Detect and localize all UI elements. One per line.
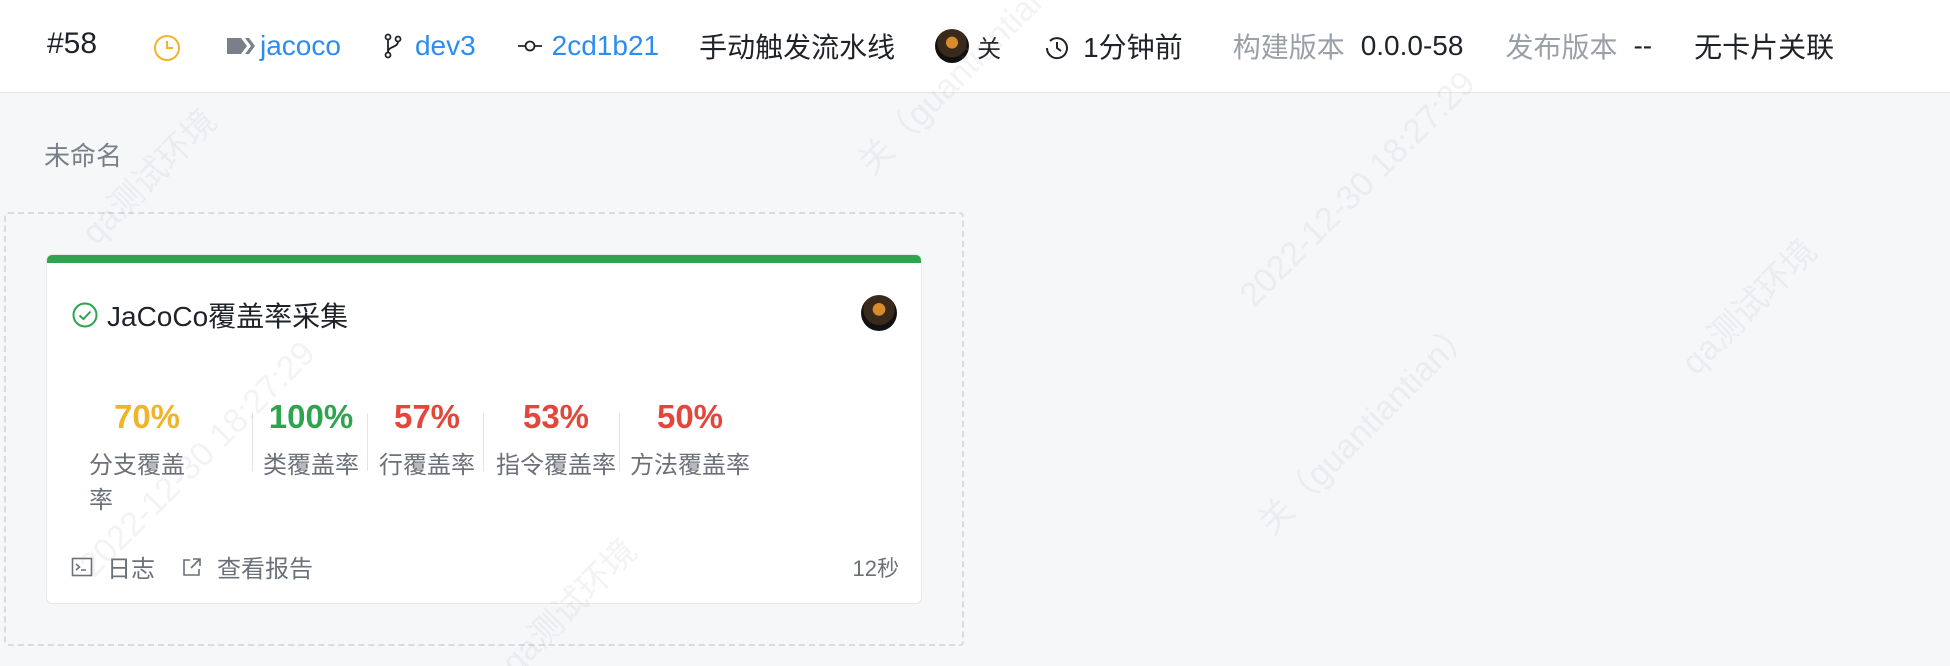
pipeline-name[interactable]: jacoco	[260, 30, 341, 62]
job-title: JaCoCo覆盖率采集	[71, 295, 348, 335]
view-report-button[interactable]: 查看报告	[181, 549, 313, 584]
metric-label: 分支覆盖率	[89, 452, 185, 514]
build-version-label: 构建版本	[1232, 32, 1345, 63]
metric-value: 50%	[656, 398, 724, 435]
view-report-label[interactable]: 查看报告	[217, 549, 313, 584]
metric-method-coverage: 50% 方法覆盖率	[627, 397, 753, 487]
commit-link[interactable]: 2cd1b21	[516, 30, 659, 62]
log-label[interactable]: 日志	[107, 549, 155, 584]
coverage-metrics: 70% 分支覆盖率 100% 类覆盖率 57% 行覆盖率 53% 指令覆盖率 5…	[47, 397, 921, 514]
commit-hash[interactable]: 2cd1b21	[552, 30, 659, 62]
watermark-env: qa测试环境	[1674, 232, 1825, 382]
metric-label: 指令覆盖率	[496, 452, 616, 479]
run-number: #58	[47, 27, 98, 60]
job-status-bar	[47, 255, 921, 263]
metric-divider	[367, 413, 368, 471]
success-check-icon	[72, 302, 98, 328]
watermark-time: 2022-12-30 18:27:29	[1232, 64, 1483, 315]
build-version-value: 0.0.0-58	[1360, 30, 1464, 61]
run-time-text: 1分钟前	[1083, 32, 1183, 63]
metric-divider	[252, 413, 253, 471]
metric-value: 100%	[268, 398, 354, 435]
job-duration: 12秒	[852, 555, 899, 581]
history-clock-icon	[1046, 37, 1069, 60]
metric-label: 行覆盖率	[379, 452, 475, 479]
trigger-type: 手动触发流水线	[699, 32, 896, 63]
release-version-label: 发布版本	[1505, 32, 1618, 63]
metric-class-coverage: 100% 类覆盖率	[263, 397, 359, 487]
stage-title: 未命名	[44, 141, 123, 171]
metric-label: 方法覆盖率	[630, 452, 750, 479]
metric-value: 57%	[393, 398, 461, 435]
watermark-user: 关（guantiantian）	[1251, 311, 1482, 542]
user-name: 关	[977, 35, 1002, 63]
job-card[interactable]: JaCoCo覆盖率采集 70% 分支覆盖率 100% 类覆盖率 57% 行覆盖率…	[46, 254, 922, 604]
user-avatar	[935, 29, 970, 63]
metric-value: 53%	[522, 398, 590, 435]
job-user-avatar	[861, 295, 897, 331]
release-version-value: --	[1633, 30, 1653, 61]
external-link-icon	[183, 557, 201, 576]
metric-label: 类覆盖率	[263, 452, 359, 479]
log-button[interactable]: 日志	[71, 549, 155, 584]
metric-divider	[483, 413, 484, 471]
branch-link[interactable]: dev3	[383, 30, 476, 62]
pipeline-icon	[227, 38, 255, 54]
terminal-icon	[71, 557, 93, 576]
card-association[interactable]: 无卡片关联	[1694, 26, 1834, 66]
metric-value: 70%	[113, 398, 181, 435]
metric-branch-coverage: 70% 分支覆盖率	[89, 397, 205, 514]
git-commit-icon	[517, 40, 542, 52]
metric-line-coverage: 57% 行覆盖率	[379, 397, 475, 487]
pending-clock-icon	[154, 35, 180, 61]
run-time: 1分钟前	[1043, 26, 1183, 66]
pipeline-link[interactable]: jacoco	[225, 30, 341, 62]
job-title-text: JaCoCo覆盖率采集	[107, 301, 349, 332]
pipeline-run-header: #58 jacoco dev3 2cd1b21 手动触发流水线 关 1分钟前 构…	[0, 0, 1950, 93]
metric-instruction-coverage: 53% 指令覆盖率	[493, 397, 619, 487]
job-card-footer: 日志 查看报告 12秒	[71, 549, 899, 584]
git-branch-icon	[384, 33, 402, 59]
metric-divider	[619, 413, 620, 471]
branch-name[interactable]: dev3	[415, 30, 476, 62]
